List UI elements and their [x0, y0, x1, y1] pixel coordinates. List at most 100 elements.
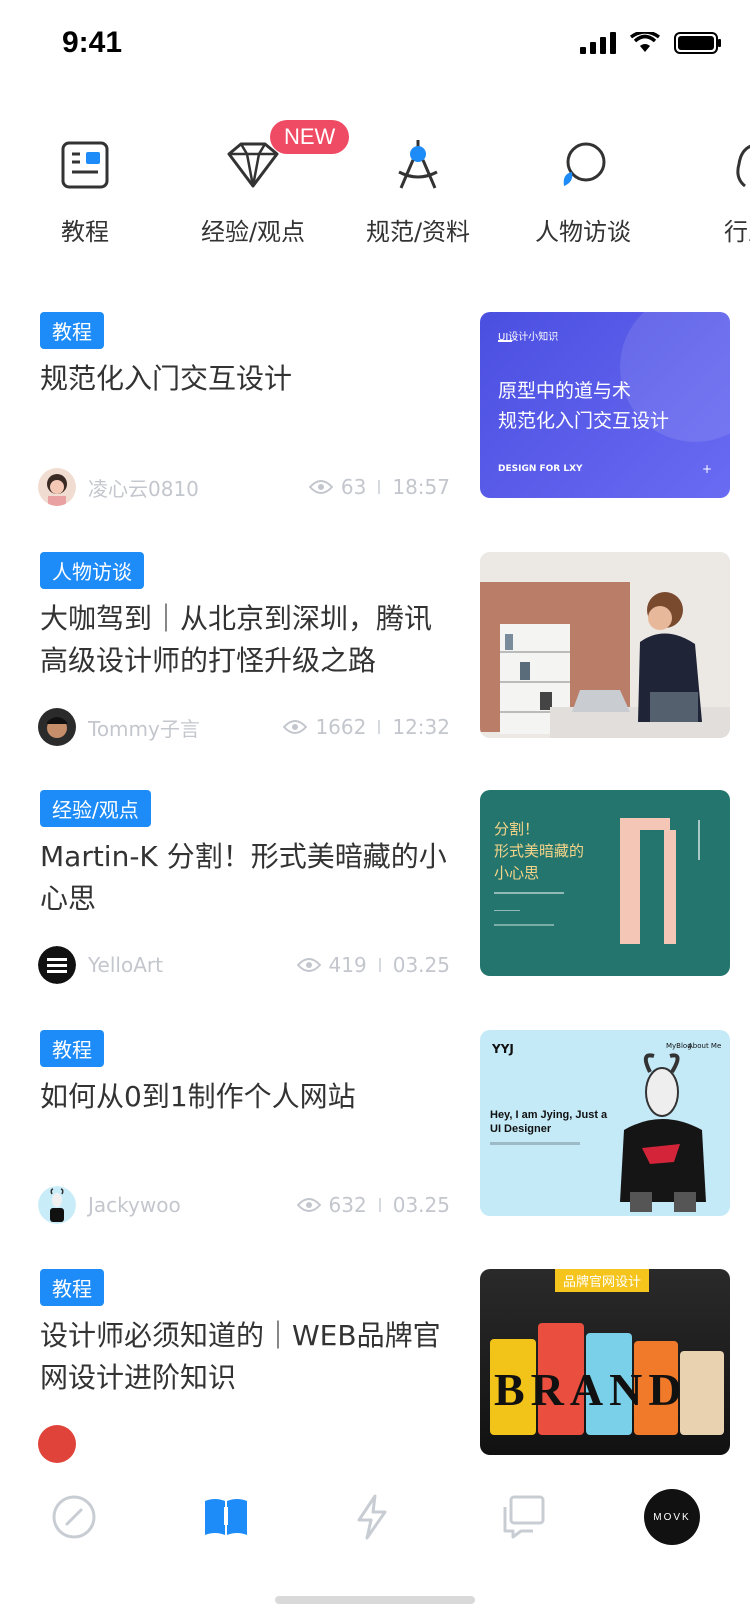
publish-time: 03.25: [392, 1193, 450, 1217]
thumb-vertical-text: [698, 820, 718, 860]
article-card[interactable]: 教程 设计师必须知道的｜WEB品牌官网设计进阶知识 品牌官网设计 BRAND: [0, 1269, 750, 1465]
view-count: 63 18:57: [308, 475, 450, 499]
article-tag[interactable]: 经验/观点: [40, 790, 151, 827]
thumb-banner: 品牌官网设计: [555, 1269, 650, 1292]
eye-icon: [308, 480, 333, 494]
publish-time: 18:57: [392, 475, 450, 499]
battery-icon: [674, 32, 721, 54]
article-thumbnail[interactable]: UI设计小知识 原型中的道与术 规范化入门交互设计 DESIGN FOR LXY…: [480, 312, 730, 498]
tab-profile[interactable]: MOVK: [644, 1489, 700, 1545]
category-label: 教程: [61, 218, 109, 246]
author-name[interactable]: Tommy子言: [88, 713, 283, 742]
avatar[interactable]: [38, 708, 76, 746]
category-label: 人物访谈: [535, 218, 631, 246]
article-meta: Tommy子言 1662 12:32: [38, 707, 450, 747]
tab-read[interactable]: [196, 1487, 256, 1547]
article-tag[interactable]: 人物访谈: [40, 552, 144, 589]
plus-icon: +: [701, 462, 712, 476]
office-photo: [480, 552, 730, 738]
views-value: 632: [328, 1193, 367, 1217]
divider: [378, 958, 381, 972]
avatar[interactable]: [38, 1186, 76, 1224]
thumb-line: 小心思: [494, 864, 540, 882]
divider: [378, 720, 381, 734]
article-title[interactable]: 规范化入门交互设计: [40, 358, 450, 400]
new-badge: NEW: [270, 120, 350, 154]
avatar[interactable]: [38, 1425, 76, 1463]
tab-messages[interactable]: [494, 1487, 554, 1547]
view-count: 419 03.25: [296, 953, 450, 977]
category-interview[interactable]: 人物访谈: [508, 130, 658, 247]
eye-icon: [283, 720, 308, 734]
article-title[interactable]: Martin-K 分割！形式美暗藏的小心思: [40, 836, 450, 920]
lightning-icon: [357, 1494, 387, 1540]
category-tutorial[interactable]: 教程: [10, 130, 160, 247]
views-value: 63: [340, 475, 367, 499]
thumb-line: 分割！: [494, 820, 540, 838]
thumb-footer: DESIGN FOR LXY: [498, 464, 583, 474]
home-indicator[interactable]: [275, 1596, 475, 1604]
ui-letter-bar: [620, 818, 670, 830]
brand-word: BRAND: [494, 1364, 688, 1415]
avatar[interactable]: [38, 468, 76, 506]
article-meta: 凌心云0810 63 18:57: [38, 467, 450, 507]
publish-time: 12:32: [392, 715, 450, 739]
category-industry[interactable]: 行业: [673, 130, 750, 247]
wifi-icon: [630, 32, 660, 52]
avatar[interactable]: [38, 946, 76, 984]
article-title[interactable]: 大咖驾到｜从北京到深圳，腾讯高级设计师的打怪升级之路: [40, 598, 450, 682]
thumb-rule: [494, 892, 564, 894]
eye-icon: [296, 1198, 321, 1212]
category-standards[interactable]: 规范/资料: [343, 130, 493, 247]
article-card[interactable]: 教程 如何从0到1制作个人网站 Jackywoo 632 03.25 YYJ M…: [0, 1030, 750, 1230]
category-label: 规范/资料: [365, 218, 471, 246]
site-hero-sub: [490, 1142, 580, 1145]
industry-icon: [673, 130, 750, 200]
site-hero-text: Hey, I am Jying, Just a UI Designer: [490, 1109, 608, 1135]
article-thumbnail[interactable]: YYJ MyBlog About Me Hey, I am Jying, Jus…: [480, 1030, 730, 1216]
article-card[interactable]: 教程 规范化入门交互设计 凌心云0810 63 18:57 UI设计小知识 原型…: [0, 312, 750, 512]
goat-illustration: [620, 1053, 706, 1212]
thumb-headline: 规范化入门交互设计: [498, 410, 670, 432]
tab-discover[interactable]: [44, 1487, 104, 1547]
author-name[interactable]: 凌心云0810: [88, 473, 309, 502]
category-label: 行业: [724, 218, 750, 246]
divider: [378, 480, 381, 494]
article-title[interactable]: 设计师必须知道的｜WEB品牌官网设计进阶知识: [40, 1315, 450, 1399]
view-count: 632 03.25: [296, 1193, 450, 1217]
status-time: 9:41: [62, 26, 123, 59]
category-label: 经验/观点: [200, 218, 306, 246]
ui-letter-bar: [664, 830, 676, 944]
article-tag[interactable]: 教程: [40, 1030, 104, 1067]
thumb-rule: [494, 924, 554, 926]
thumb-rule: [494, 910, 520, 911]
views-value: 1662: [315, 715, 367, 739]
article-title[interactable]: 如何从0到1制作个人网站: [40, 1076, 450, 1118]
author-name[interactable]: Jackywoo: [88, 1193, 297, 1217]
system-icons: [580, 32, 722, 54]
thumb-line: 形式美暗藏的: [494, 842, 585, 860]
chat-bubble-icon: [508, 130, 658, 200]
divider: [378, 1198, 381, 1212]
tutorial-icon: [10, 130, 160, 200]
article-thumbnail[interactable]: 品牌官网设计 BRAND: [480, 1269, 730, 1455]
article-thumbnail[interactable]: 分割！ 形式美暗藏的 小心思: [480, 790, 730, 976]
article-tag[interactable]: 教程: [40, 312, 104, 349]
article-feed[interactable]: 教程 规范化入门交互设计 凌心云0810 63 18:57 UI设计小知识 原型…: [0, 300, 750, 1465]
thumb-headline: 分割！ 形式美暗藏的 小心思: [494, 818, 584, 884]
author-name[interactable]: YelloArt: [88, 953, 297, 977]
article-thumbnail[interactable]: [480, 552, 730, 738]
compass-icon: [343, 130, 493, 200]
view-count: 1662 12:32: [283, 715, 450, 739]
article-tag[interactable]: 教程: [40, 1269, 104, 1306]
site-logo: YYJ: [492, 1042, 514, 1056]
status-bar: 9:41: [0, 0, 750, 90]
tab-flash[interactable]: [342, 1487, 402, 1547]
views-value: 419: [328, 953, 367, 977]
article-card[interactable]: 经验/观点 Martin-K 分割！形式美暗藏的小心思 YelloArt 419…: [0, 790, 750, 990]
signal-icon: [580, 32, 616, 54]
book-icon: [205, 1499, 247, 1535]
thumb-headline: 原型中的道与术: [498, 380, 632, 402]
category-row: 教程 经验/观点 规范/资料 人物访谈 行: [0, 130, 750, 260]
article-card[interactable]: 人物访谈 大咖驾到｜从北京到深圳，腾讯高级设计师的打怪升级之路 Tommy子言 …: [0, 552, 750, 752]
